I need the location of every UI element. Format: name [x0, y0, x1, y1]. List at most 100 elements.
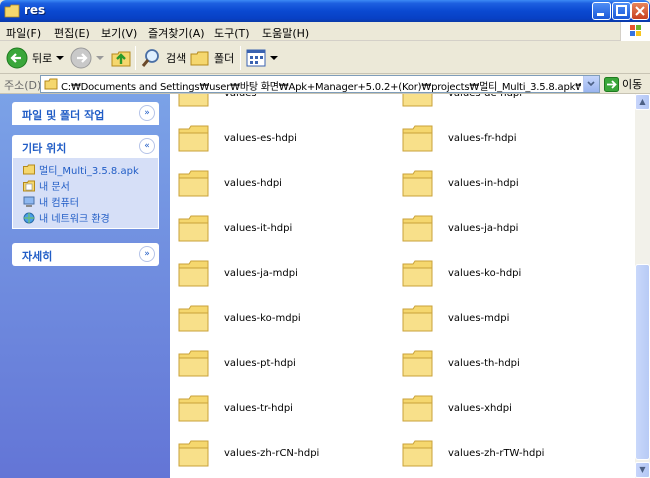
- folder-name: values-de-hdpi: [448, 94, 522, 99]
- back-button[interactable]: 뒤로: [6, 45, 65, 71]
- menu-tools[interactable]: 도구(T): [214, 25, 250, 41]
- folders-button[interactable]: 폴더: [190, 45, 234, 71]
- folder-item[interactable]: values-ja-mdpi: [178, 258, 298, 288]
- folder-item[interactable]: values-ja-hdpi: [402, 213, 518, 243]
- scroll-up-button[interactable]: ▲: [635, 94, 650, 110]
- folders-icon: [190, 51, 209, 66]
- views-button[interactable]: [246, 45, 278, 71]
- details-title: 자세히: [22, 250, 53, 263]
- address-bar: 주소(D) C:₩Documents and Settings₩user₩바탕 …: [0, 74, 650, 94]
- folder-item[interactable]: values-mdpi: [402, 303, 509, 333]
- search-button[interactable]: 검색: [140, 45, 186, 71]
- maximize-icon: [616, 5, 627, 16]
- file-folder-tasks-title: 파일 및 폴더 작업: [22, 109, 105, 122]
- address-dropdown-button[interactable]: [583, 76, 599, 92]
- views-icon: [246, 49, 266, 67]
- folder-name: values-ko-mdpi: [224, 312, 301, 324]
- folder-name: values-zh-rCN-hdpi: [224, 447, 320, 459]
- folder-name: values-hdpi: [224, 177, 282, 189]
- folder-name: values-tr-hdpi: [224, 402, 293, 414]
- folder-item[interactable]: values-pt-hdpi: [178, 348, 296, 378]
- folder-icon: [402, 395, 433, 422]
- folder-item[interactable]: values-in-hdpi: [402, 168, 519, 198]
- menu-edit[interactable]: 편집(E): [54, 25, 90, 41]
- windows-logo-icon: [620, 22, 650, 41]
- minimize-button[interactable]: [592, 2, 611, 20]
- forward-button[interactable]: [70, 45, 104, 71]
- other-places-header[interactable]: 기타 위치 «: [12, 135, 159, 158]
- folder-name: values-xhdpi: [448, 402, 512, 414]
- toolbar: 뒤로 검색 폴더: [0, 41, 650, 74]
- menu-file[interactable]: 파일(F): [6, 25, 41, 41]
- up-folder-button[interactable]: [110, 45, 132, 71]
- scroll-down-button[interactable]: ▼: [635, 462, 650, 478]
- folder-item[interactable]: values-zh-rCN-hdpi: [178, 438, 319, 468]
- go-arrow-icon: [604, 76, 619, 92]
- other-places-list: 멀티_Multi_3.5.8.apk 내 문서 내 컴퓨터 내 네트워크 환경: [12, 158, 159, 229]
- back-label: 뒤로: [32, 52, 53, 65]
- folder-item[interactable]: values-fr-hdpi: [402, 123, 517, 153]
- folder-icon: [23, 164, 35, 175]
- close-button[interactable]: [631, 2, 649, 20]
- folder-item[interactable]: values-it-hdpi: [178, 213, 292, 243]
- folder-name: values-pt-hdpi: [224, 357, 296, 369]
- file-list: values values-de-hdpi values-es-hdpi values…: [170, 94, 635, 478]
- folder-item[interactable]: values: [178, 94, 257, 108]
- folder-icon: [178, 94, 209, 107]
- maximize-button[interactable]: [612, 2, 631, 20]
- file-folder-tasks-header[interactable]: 파일 및 폴더 작업 »: [12, 102, 159, 125]
- folder-item[interactable]: values-xhdpi: [402, 393, 512, 423]
- title-bar[interactable]: res: [0, 0, 650, 22]
- my-computer-icon: [23, 196, 35, 207]
- expand-chevron-icon[interactable]: »: [139, 105, 155, 121]
- folder-icon: [402, 350, 433, 377]
- address-input[interactable]: C:₩Documents and Settings₩user₩바탕 화면₩Apk…: [40, 75, 600, 93]
- address-label: 주소(D): [4, 79, 42, 92]
- go-button[interactable]: 이동: [604, 76, 642, 92]
- folder-icon: [402, 305, 433, 332]
- collapse-chevron-icon[interactable]: «: [139, 138, 155, 154]
- folder-item[interactable]: values-ko-hdpi: [402, 258, 521, 288]
- place-my-computer[interactable]: 내 컴퓨터: [23, 194, 79, 209]
- folder-item[interactable]: values-ko-mdpi: [178, 303, 301, 333]
- menu-help[interactable]: 도움말(H): [262, 25, 309, 41]
- folder-item[interactable]: values-th-hdpi: [402, 348, 520, 378]
- chevron-down-icon: [96, 56, 104, 60]
- expand-chevron-icon[interactable]: »: [139, 246, 155, 262]
- folder-icon: [178, 215, 209, 242]
- menu-view[interactable]: 보기(V): [101, 25, 137, 41]
- place-apk-folder[interactable]: 멀티_Multi_3.5.8.apk: [23, 162, 139, 177]
- toolbar-separator: [240, 46, 241, 70]
- folder-icon: [178, 170, 209, 197]
- menu-favorites[interactable]: 즐겨찾기(A): [148, 25, 205, 41]
- folder-icon: [4, 4, 20, 18]
- vertical-scrollbar[interactable]: ▲ ▼: [635, 94, 650, 478]
- folder-name: values: [224, 94, 257, 99]
- folder-item[interactable]: values-de-hdpi: [402, 94, 522, 108]
- folder-icon: [178, 440, 209, 467]
- search-icon: [141, 49, 159, 67]
- folder-name: values-ko-hdpi: [448, 267, 522, 279]
- details-header[interactable]: 자세히 »: [12, 243, 159, 266]
- other-places-title: 기타 위치: [22, 142, 67, 155]
- address-path: C:₩Documents and Settings₩user₩바탕 화면₩Apk…: [61, 82, 581, 93]
- folder-name: values-it-hdpi: [224, 222, 293, 234]
- folder-icon: [402, 215, 433, 242]
- place-my-documents[interactable]: 내 문서: [23, 178, 70, 193]
- chevron-down-icon: [270, 56, 278, 60]
- folder-item[interactable]: values-es-hdpi: [178, 123, 297, 153]
- folder-item[interactable]: values-zh-rTW-hdpi: [402, 438, 544, 468]
- menu-bar: 파일(F) 편집(E) 보기(V) 즐겨찾기(A) 도구(T) 도움말(H): [0, 22, 650, 41]
- folder-icon: [178, 260, 209, 287]
- folder-icon: [178, 125, 209, 152]
- folder-item[interactable]: values-tr-hdpi: [178, 393, 293, 423]
- folder-icon: [402, 125, 433, 152]
- folder-item[interactable]: values-hdpi: [178, 168, 282, 198]
- place-my-network[interactable]: 내 네트워크 환경: [23, 210, 110, 225]
- chevron-down-icon: [587, 81, 595, 87]
- folder-name: values-zh-rTW-hdpi: [448, 447, 545, 459]
- scroll-thumb[interactable]: [635, 264, 650, 460]
- forward-arrow-icon: [70, 47, 92, 69]
- folder-icon: [44, 78, 58, 90]
- close-icon: [635, 6, 645, 16]
